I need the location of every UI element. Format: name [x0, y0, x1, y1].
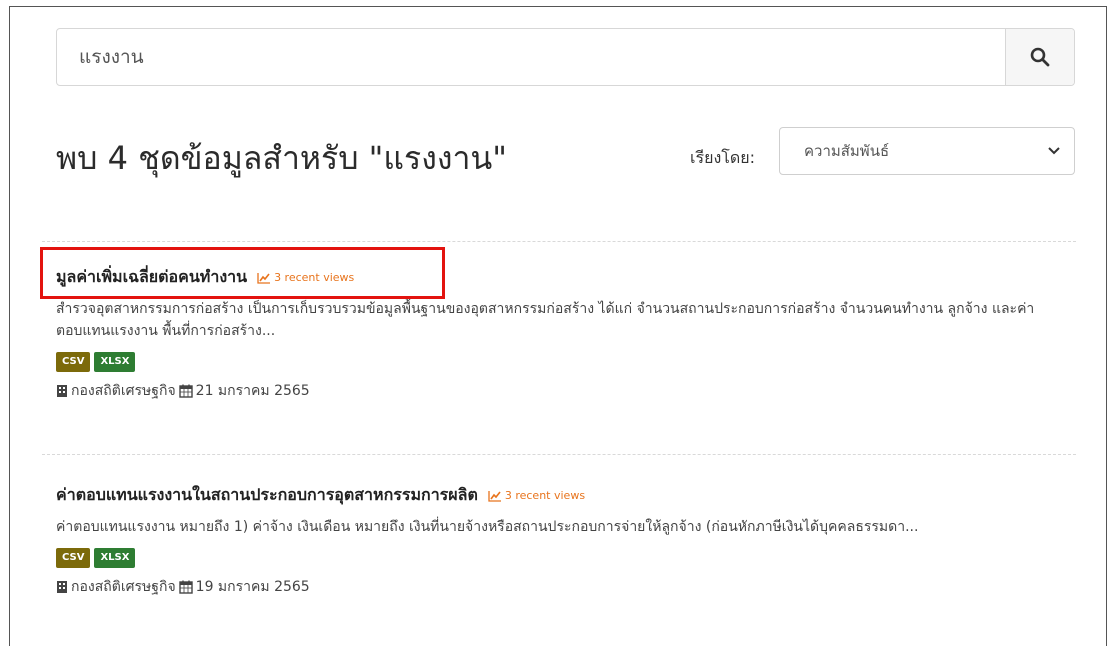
format-badges: CSV XLSX — [56, 352, 1086, 372]
sort-selected-value: ความสัมพันธ์ — [804, 142, 890, 160]
highlight-box — [40, 247, 445, 299]
chevron-down-icon — [1048, 147, 1060, 155]
page-frame: พบ 4 ชุดข้อมูลสำหรับ "แรงงาน" เรียงโดย: … — [9, 6, 1107, 646]
org-name[interactable]: กองสถิติเศรษฐกิจ — [71, 576, 176, 598]
search-button[interactable] — [1005, 29, 1074, 85]
xlsx-badge[interactable]: XLSX — [94, 352, 136, 372]
calendar-icon — [178, 384, 193, 398]
building-icon — [57, 581, 67, 593]
xlsx-badge[interactable]: XLSX — [94, 548, 136, 568]
result-meta: กองสถิติเศรษฐกิจ 19 มกราคม 2565 — [56, 576, 1086, 598]
sort-label: เรียงโดย: — [690, 148, 755, 167]
recent-views-label: 3 recent views — [504, 489, 586, 502]
result-description: ค่าตอบแทนแรงงาน หมายถึง 1) ค่าจ้าง เงินเ… — [56, 519, 919, 535]
result-item: ค่าตอบแทนแรงงานในสถานประกอบการอุตสาหกรรม… — [56, 483, 1086, 598]
search-input[interactable] — [57, 29, 1005, 85]
publish-date: 19 มกราคม 2565 — [195, 579, 310, 595]
divider — [42, 454, 1076, 455]
search-bar — [56, 28, 1075, 86]
calendar-icon — [178, 580, 193, 594]
result-description: สำรวจอุตสาหกรรมการก่อสร้าง เป็นการเก็บรว… — [56, 301, 1035, 339]
publish-date: 21 มกราคม 2565 — [195, 383, 310, 399]
csv-badge[interactable]: CSV — [56, 352, 91, 372]
search-icon — [1030, 47, 1050, 67]
sort-select[interactable]: ความสัมพันธ์ — [779, 127, 1075, 175]
csv-badge[interactable]: CSV — [56, 548, 91, 568]
result-meta: กองสถิติเศรษฐกิจ 21 มกราคม 2565 — [56, 380, 1086, 402]
divider — [42, 241, 1076, 242]
chart-line-icon — [488, 490, 501, 502]
org-name[interactable]: กองสถิติเศรษฐกิจ — [71, 380, 176, 402]
recent-views: 3 recent views — [488, 489, 585, 502]
result-title-link[interactable]: ค่าตอบแทนแรงงานในสถานประกอบการอุตสาหกรรม… — [56, 483, 478, 508]
results-title: พบ 4 ชุดข้อมูลสำหรับ "แรงงาน" — [56, 139, 508, 177]
building-icon — [57, 385, 67, 397]
format-badges: CSV XLSX — [56, 548, 1086, 568]
result-header: ค่าตอบแทนแรงงานในสถานประกอบการอุตสาหกรรม… — [56, 483, 1086, 508]
